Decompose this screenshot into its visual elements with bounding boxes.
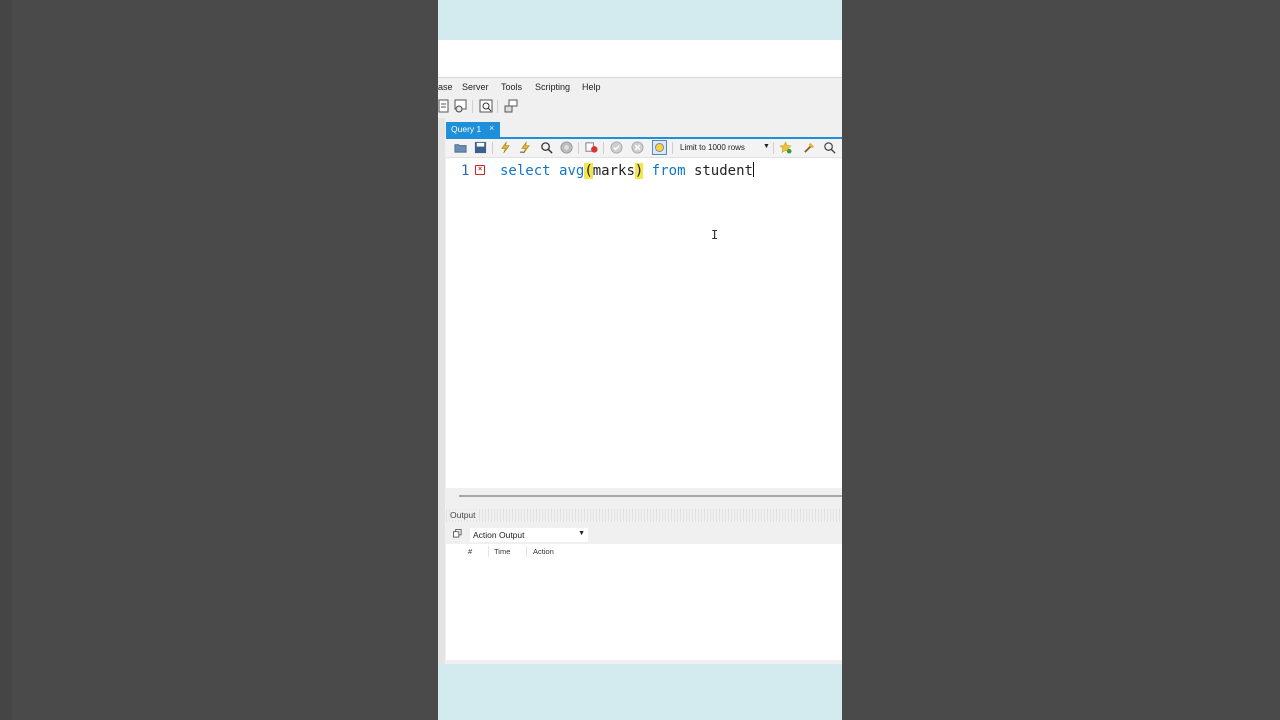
column-header-time[interactable]: Time: [494, 547, 510, 556]
execute-icon[interactable]: [499, 141, 512, 154]
stop-icon[interactable]: [560, 141, 573, 154]
error-marker-icon[interactable]: ×: [475, 165, 485, 175]
function-avg: avg: [559, 163, 585, 179]
background-left-strip: [0, 0, 12, 720]
open-paren: (: [584, 163, 593, 179]
menu-scripting[interactable]: Scripting: [535, 82, 570, 92]
bottom-band: [438, 664, 842, 720]
column-separator: [488, 546, 489, 557]
splitter-area: [446, 497, 842, 509]
sql-editor[interactable]: 1 × select avg(marks) from student I: [446, 158, 842, 488]
toolbar-separator: [578, 142, 579, 154]
sql-code-line[interactable]: select avg(marks) from student: [500, 162, 754, 179]
output-panel-header: Output: [446, 509, 842, 522]
column-separator: [526, 546, 527, 557]
keyword-from: from: [651, 163, 686, 179]
rollback-icon[interactable]: [631, 141, 644, 154]
query-toolbar: Limit to 1000 rows ▼: [446, 139, 842, 158]
chevron-down-icon: ▼: [578, 530, 585, 537]
autocommit-icon[interactable]: [652, 140, 667, 155]
menu-bar: ase Server Tools Scripting Help: [438, 78, 842, 96]
keyword-select: select: [500, 163, 551, 179]
chevron-down-icon[interactable]: ▼: [763, 143, 770, 150]
title-area: [438, 40, 842, 78]
open-folder-icon[interactable]: [454, 141, 467, 154]
output-title: Output: [450, 510, 479, 520]
toolbar-separator: [472, 100, 473, 113]
find-icon[interactable]: [823, 141, 836, 154]
beautify-icon[interactable]: [803, 141, 816, 154]
inspector-icon[interactable]: [479, 99, 493, 113]
toolbar-separator: [492, 142, 493, 154]
toolbar-separator: [773, 142, 774, 154]
column-header-number[interactable]: #: [468, 547, 472, 556]
top-band: [438, 0, 842, 40]
manage-connections-icon[interactable]: [454, 99, 468, 113]
save-icon[interactable]: [474, 141, 487, 154]
close-paren: ): [634, 163, 644, 179]
menu-help[interactable]: Help: [582, 82, 601, 92]
explain-icon[interactable]: [540, 141, 553, 154]
toolbar-separator: [603, 142, 604, 154]
limit-rows-select[interactable]: Limit to 1000 rows: [680, 143, 745, 152]
menu-tools[interactable]: Tools: [501, 82, 522, 92]
workbench-window: ase Server Tools Scripting Help Query 1 …: [438, 0, 842, 720]
toolbar-separator: [497, 100, 498, 113]
table-student: student: [693, 163, 753, 179]
tab-query-1[interactable]: Query 1 ×: [446, 122, 500, 137]
ibeam-cursor-icon: I: [711, 228, 719, 242]
output-table: # Time Action: [446, 544, 842, 660]
main-toolbar: [438, 96, 842, 118]
commit-icon[interactable]: [610, 141, 623, 154]
text-cursor: [752, 162, 754, 177]
output-type-select[interactable]: Action Output ▼: [470, 528, 588, 542]
toggle-error-icon[interactable]: [585, 141, 598, 154]
copy-icon[interactable]: [453, 529, 462, 538]
tab-close-icon[interactable]: ×: [489, 123, 494, 133]
menu-database[interactable]: ase: [438, 82, 453, 92]
favorite-icon[interactable]: [779, 141, 792, 154]
column-header-action[interactable]: Action: [533, 547, 554, 556]
sql-file-icon[interactable]: [438, 99, 452, 113]
toolbar-separator: [672, 142, 673, 154]
schema-migration-icon[interactable]: [504, 99, 518, 113]
output-type-value: Action Output: [473, 530, 525, 540]
panel-splitter[interactable]: [459, 495, 842, 497]
output-toolbar: Action Output ▼: [446, 526, 842, 544]
menu-server[interactable]: Server: [462, 82, 489, 92]
column-marks: marks: [592, 163, 635, 179]
tab-label: Query 1: [451, 124, 482, 134]
left-panel-edge[interactable]: [438, 118, 445, 664]
line-number: 1: [461, 163, 470, 179]
execute-current-icon[interactable]: [519, 141, 532, 154]
